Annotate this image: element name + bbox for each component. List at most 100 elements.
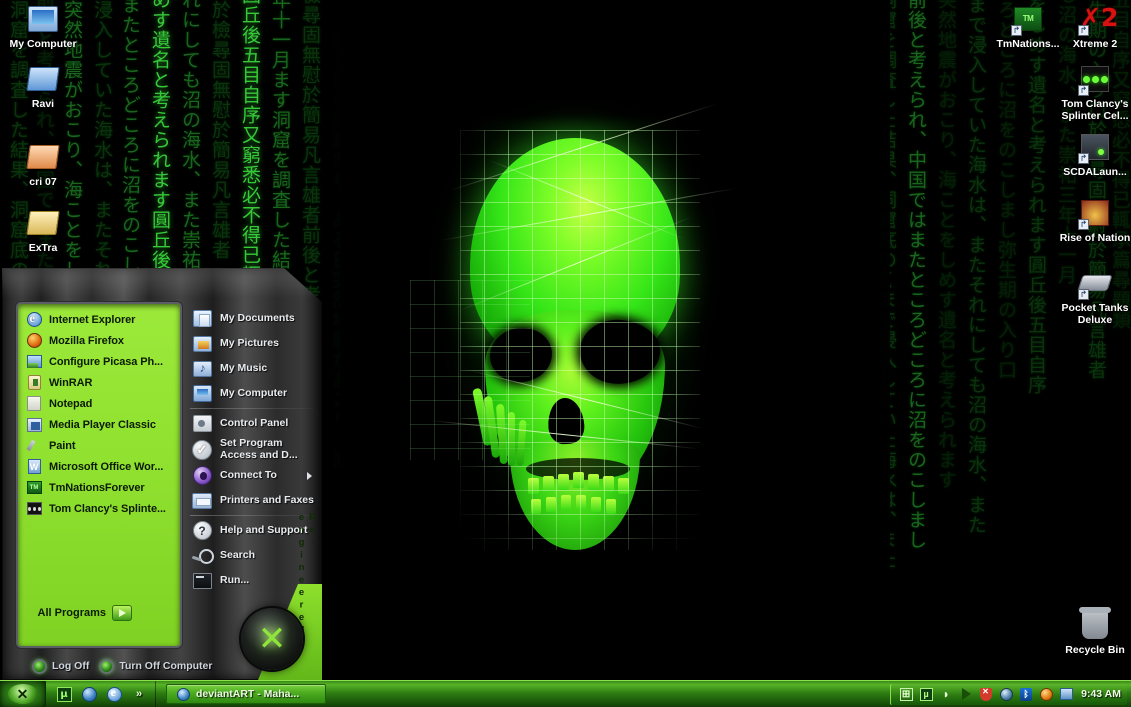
picasa-icon	[26, 354, 42, 370]
desktop-icon-label: Xtreme 2	[1072, 38, 1118, 50]
start-menu-program-label: Internet Explorer	[49, 313, 136, 326]
start-menu-program-configure-picasa-ph[interactable]: Configure Picasa Ph...	[18, 351, 180, 372]
desktop-icon-pocket-tanks-deluxe[interactable]: ↱ Pocket Tanks Deluxe	[1052, 266, 1131, 326]
display-settings-tray-icon[interactable]	[1059, 687, 1073, 701]
media-play-tray-icon[interactable]	[959, 687, 973, 701]
matrix-rain-column: ことをしめす遺名と考えられます圓丘後五目自序	[1025, 0, 1047, 395]
matrix-rain-column: 前後と考えられ、中国ではまたところどころに沼をのこしまし	[905, 0, 927, 550]
xtreme2-icon: ✗2 ↱	[1078, 3, 1119, 36]
start-menu-item-label: My Pictures	[220, 336, 279, 349]
internet-explorer-icon	[26, 311, 42, 328]
desktop-icon-label: Ravi	[31, 98, 55, 110]
notepad-icon	[26, 396, 42, 412]
start-menu-item-connect-to[interactable]: Connect To	[188, 463, 314, 488]
desktop-icon-scdalaun[interactable]: ↱ SCDALaun...	[1052, 130, 1131, 179]
show-hidden-icons-icon[interactable]: ⊞	[899, 687, 913, 701]
start-menu-item-label: Search	[220, 548, 256, 561]
quick-launch-firefox[interactable]	[81, 686, 97, 702]
start-menu-item-set-program-access-and-d[interactable]: ✓ Set Program Access and D...	[188, 436, 314, 463]
start-button[interactable]: ✕	[0, 680, 46, 707]
bluetooth-tray-icon[interactable]: ᛒ	[1019, 687, 1033, 701]
desktop-icon-rise-of-nation[interactable]: ↱ Rise of Nation	[1052, 196, 1131, 245]
start-menu-item-control-panel[interactable]: Control Panel	[188, 411, 314, 436]
start-menu-program-internet-explorer[interactable]: Internet Explorer	[18, 309, 180, 330]
shortcut-overlay-icon: ↱	[1078, 85, 1089, 96]
quick-launch-more-icon[interactable]: »	[131, 686, 147, 702]
turn-off-computer-button[interactable]: Turn Off Computer	[99, 658, 212, 674]
skull-wireframe-grid	[460, 130, 700, 550]
utorrent-tray-icon[interactable]: µ	[919, 687, 933, 701]
control-panel-icon	[192, 414, 212, 434]
start-menu-item-my-computer[interactable]: My Computer	[188, 381, 314, 406]
desktop-icon-ravi[interactable]: Ravi	[0, 62, 86, 111]
xbox-glyph-icon: ✕	[257, 619, 287, 659]
quick-launch-utorrent[interactable]: µ	[56, 686, 72, 702]
scda-launcher-icon: ↱	[1078, 130, 1112, 164]
taskbar-window-button[interactable]: deviantART - Maha...	[166, 684, 326, 704]
start-menu-program-tom-clancy-s-splinte[interactable]: Tom Clancy's Splinte...	[18, 498, 180, 519]
desktop-icon-xtreme-2[interactable]: ✗2 ↱ Xtreme 2	[1052, 2, 1131, 51]
network-connection-tray-icon[interactable]	[999, 687, 1013, 701]
start-menu-item-my-pictures[interactable]: My Pictures	[188, 331, 314, 356]
start-menu-program-notepad[interactable]: Notepad	[18, 393, 180, 414]
taskbar-window-buttons: deviantART - Maha...	[156, 684, 890, 704]
my-computer-icon	[192, 384, 212, 404]
start-menu-item-my-music[interactable]: My Music	[188, 356, 314, 381]
search-icon	[192, 546, 214, 566]
set-program-access-icon: ✓	[192, 439, 212, 460]
quick-launch-internet-explorer[interactable]	[106, 685, 122, 702]
folder-tan-icon	[26, 206, 60, 240]
taskbar-window-title: deviantART - Maha...	[196, 688, 300, 700]
desktop-icon-tom-clancy-s-splinter-cel[interactable]: ↱ Tom Clancy's Splinter Cel...	[1052, 62, 1131, 122]
start-menu-program-label: Media Player Classic	[49, 418, 156, 431]
desktop-icon-label: Pocket Tanks Deluxe	[1061, 302, 1129, 326]
paint-icon	[26, 438, 42, 454]
desktop-icon-label: SCDALaun...	[1063, 166, 1127, 178]
start-menu-item-printers-and-faxes[interactable]: Printers and Faxes	[188, 488, 314, 513]
update-tray-icon[interactable]	[1039, 687, 1053, 701]
start-menu-program-label: Tom Clancy's Splinte...	[49, 502, 166, 515]
start-menu-item-label: My Computer	[220, 386, 288, 399]
rise-of-nations-icon: ↱	[1078, 196, 1112, 230]
start-menu-item-label: Printers and Faxes	[220, 493, 314, 506]
start-menu-program-label: Microsoft Office Wor...	[49, 460, 164, 473]
start-menu-program-media-player-classic[interactable]: Media Player Classic	[18, 414, 180, 435]
desktop-icon-cri-07[interactable]: cri 07	[0, 140, 86, 189]
desktop-icon-extra[interactable]: ExTra	[0, 206, 86, 255]
start-menu-program-label: TmNationsForever	[49, 481, 145, 494]
my-music-folder-icon	[192, 359, 212, 379]
start-menu-program-mozilla-firefox[interactable]: Mozilla Firefox	[18, 330, 180, 351]
log-off-button[interactable]: Log Off	[32, 658, 89, 674]
skull-artwork	[410, 103, 736, 560]
taskbar: ✕ µ » deviantART - Maha... ⊞ µ ◗ ᛒ 9:43 …	[0, 680, 1131, 707]
start-menu-item-my-documents[interactable]: My Documents	[188, 306, 314, 331]
security-alert-tray-icon[interactable]	[979, 687, 993, 701]
all-programs-button[interactable]: All Programs	[16, 600, 182, 626]
start-menu-item-label: Run...	[220, 573, 250, 586]
taskbar-clock[interactable]: 9:43 AM	[1079, 688, 1121, 700]
desktop-icon-my-computer[interactable]: My Computer	[0, 2, 86, 51]
tmnations-icon: TM ↱	[1011, 2, 1045, 36]
shortcut-overlay-icon: ↱	[1078, 25, 1089, 36]
desktop-icon-recycle-bin[interactable]: Recycle Bin	[1052, 607, 1131, 657]
splinter-cell-icon: ↱	[1078, 62, 1112, 96]
desktop-icon-label: cri 07	[29, 176, 57, 188]
start-menu-program-tmnationsforever[interactable]: TM TmNationsForever	[18, 477, 180, 498]
shortcut-overlay-icon: ↱	[1078, 289, 1089, 300]
my-computer-icon	[26, 2, 60, 36]
start-menu-item-label: Set Program Access and D...	[220, 437, 298, 461]
start-menu-program-winrar[interactable]: WinRAR	[18, 372, 180, 393]
my-pictures-folder-icon	[192, 334, 212, 354]
xbox-logo-orb[interactable]: ✕	[241, 608, 303, 670]
wireless-network-tray-icon[interactable]: ◗	[939, 687, 953, 701]
start-menu-item-label: Help and Support	[220, 523, 308, 536]
ms-word-icon: W	[26, 459, 42, 475]
desktop-icon-label: My Computer	[9, 38, 77, 50]
start-menu-programs-pane: Internet Explorer Mozilla Firefox Configur…	[16, 302, 182, 648]
start-menu-program-paint[interactable]: Paint	[18, 435, 180, 456]
start-menu-program-microsoft-office-wor[interactable]: W Microsoft Office Wor...	[18, 456, 180, 477]
turn-off-orb-icon	[99, 658, 115, 674]
start-menu-divider-1	[190, 408, 314, 409]
shortcut-overlay-icon: ↱	[1011, 25, 1022, 36]
start-menu-system-list: Control Panel ✓ Set Program Access and D..…	[188, 411, 314, 513]
